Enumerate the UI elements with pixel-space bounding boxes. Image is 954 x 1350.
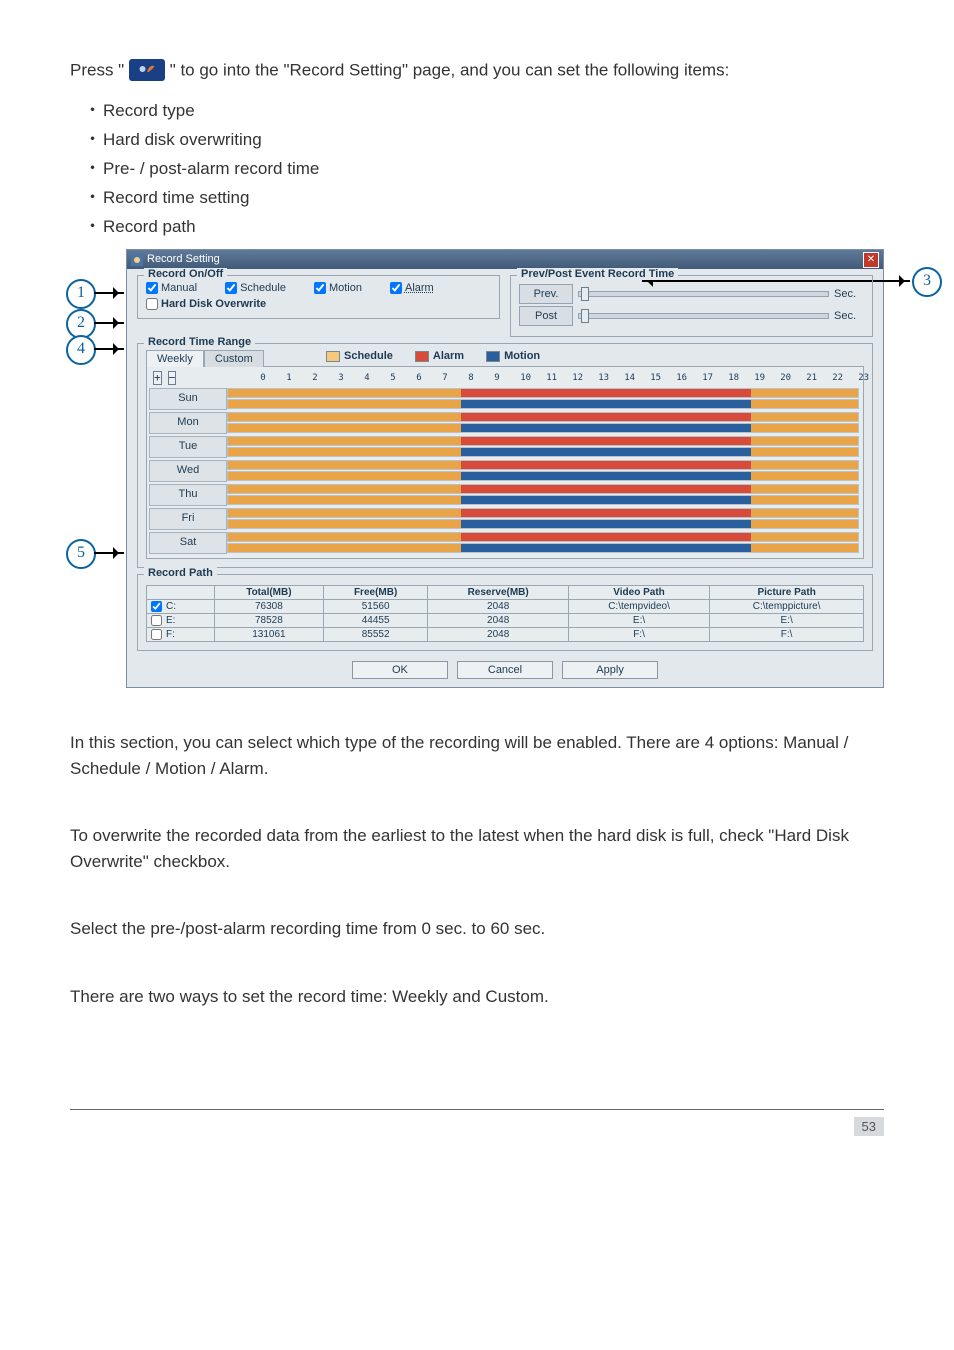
motion-checkbox[interactable]: Motion	[314, 282, 362, 294]
paragraph-4: There are two ways to set the record tim…	[70, 984, 884, 1010]
sec-label: Sec.	[834, 310, 864, 322]
tab-custom[interactable]: Custom	[204, 350, 264, 367]
day-row: Wed	[149, 460, 861, 482]
intro-line: Press " " to go into the "Record Setting…	[70, 60, 884, 82]
list-item: Record type	[84, 96, 884, 121]
arrow-icon	[94, 292, 124, 294]
page-footer: 53	[70, 1109, 884, 1131]
window-titlebar: Record Setting ✕	[127, 250, 883, 269]
paragraph-3: Select the pre-/post-alarm recording tim…	[70, 916, 884, 942]
group-legend: Prev/Post Event Record Time	[517, 268, 678, 280]
record-setting-icon	[129, 59, 165, 81]
list-item: Pre- / post-alarm record time	[84, 154, 884, 179]
callout-3: 3	[912, 267, 942, 297]
group-legend: Record Time Range	[144, 336, 255, 348]
day-bars[interactable]	[227, 532, 861, 554]
schedule-checkbox[interactable]: Schedule	[225, 282, 286, 294]
paragraph-1: In this section, you can select which ty…	[70, 730, 884, 781]
path-row-checkbox[interactable]	[151, 601, 162, 612]
group-legend: Record On/Off	[144, 268, 227, 280]
arrow-icon	[94, 552, 124, 554]
page-number: 53	[854, 1117, 884, 1136]
close-icon[interactable]: ✕	[863, 252, 879, 268]
prev-button[interactable]: Prev.	[519, 284, 573, 304]
dialog-button-row: OK Cancel Apply	[137, 661, 873, 679]
motion-swatch-icon	[486, 351, 500, 362]
day-label: Tue	[149, 436, 227, 458]
schedule-swatch-icon	[326, 351, 340, 362]
day-bars[interactable]	[227, 436, 861, 458]
day-bars[interactable]	[227, 460, 861, 482]
intro-item-list: Record type Hard disk overwriting Pre- /…	[70, 96, 884, 237]
day-label: Fri	[149, 508, 227, 530]
day-bars[interactable]	[227, 412, 861, 434]
day-bars[interactable]	[227, 388, 861, 410]
day-label: Wed	[149, 460, 227, 482]
post-button[interactable]: Post	[519, 306, 573, 326]
apply-button[interactable]: Apply	[562, 661, 658, 679]
arrow-icon	[94, 348, 124, 350]
alarm-swatch-icon	[415, 351, 429, 362]
day-row: Mon	[149, 412, 861, 434]
callout-1: 1	[66, 279, 96, 309]
manual-checkbox[interactable]: Manual	[146, 282, 197, 294]
weekly-timeline: + − 012345678910111213141516171819202122…	[146, 366, 864, 559]
cancel-button[interactable]: Cancel	[457, 661, 553, 679]
group-legend: Record Path	[144, 567, 217, 579]
add-remove-row: + − 012345678910111213141516171819202122…	[149, 370, 861, 386]
callout-4: 4	[66, 335, 96, 365]
record-path-group: Record Path Total(MB) Free(MB) Reserve(M…	[137, 574, 873, 651]
intro-post: " to go into the "Record Setting" page, …	[170, 60, 730, 79]
path-row-checkbox[interactable]	[151, 615, 162, 626]
window-title: Record Setting	[147, 250, 220, 269]
table-row: C: 76308515602048C:\tempvideo\C:\temppic…	[147, 600, 864, 614]
sec-label: Sec.	[834, 288, 864, 300]
table-row: E: 78528444552048E:\E:\	[147, 614, 864, 628]
arrow-icon	[94, 322, 124, 324]
day-row: Tue	[149, 436, 861, 458]
intro-pre: Press "	[70, 60, 124, 79]
day-label: Sat	[149, 532, 227, 554]
table-header-row: Total(MB) Free(MB) Reserve(MB) Video Pat…	[147, 586, 864, 600]
record-setting-window: Record Setting ✕ Record On/Off Manual Sc…	[126, 249, 884, 688]
pre-post-group: Prev/Post Event Record Time Prev. Sec. P…	[510, 275, 873, 337]
day-row: Fri	[149, 508, 861, 530]
day-bars[interactable]	[227, 508, 861, 530]
arrow-icon	[884, 280, 910, 282]
add-button[interactable]: +	[153, 371, 162, 385]
paragraph-2: To overwrite the recorded data from the …	[70, 823, 884, 874]
day-label: Mon	[149, 412, 227, 434]
hour-scale: 01234567891011121314151617181920212223	[260, 373, 884, 383]
list-item: Record path	[84, 212, 884, 237]
day-label: Sun	[149, 388, 227, 410]
list-item: Record time setting	[84, 183, 884, 208]
callout-5: 5	[66, 539, 96, 569]
day-row: Sat	[149, 532, 861, 554]
table-row: F: 131061855522048F:\F:\	[147, 628, 864, 642]
alarm-checkbox[interactable]: Alarm	[390, 282, 434, 294]
record-time-range-group: Record Time Range Weekly Custom Schedule…	[137, 343, 873, 568]
prev-slider[interactable]	[578, 291, 829, 297]
post-slider[interactable]	[578, 313, 829, 319]
record-setting-diagram: 1 2 4 5 3 Record Setting ✕ Record On/Off…	[94, 249, 884, 688]
remove-button[interactable]: −	[168, 371, 177, 385]
day-row: Thu	[149, 484, 861, 506]
day-row: Sun	[149, 388, 861, 410]
timeline-legend: Schedule Alarm Motion	[326, 350, 864, 362]
ok-button[interactable]: OK	[352, 661, 448, 679]
day-bars[interactable]	[227, 484, 861, 506]
tab-weekly[interactable]: Weekly	[146, 350, 204, 367]
hard-disk-overwrite-checkbox[interactable]: Hard Disk Overwrite	[146, 298, 266, 310]
path-row-checkbox[interactable]	[151, 629, 162, 640]
list-item: Hard disk overwriting	[84, 125, 884, 150]
app-icon	[131, 254, 143, 266]
record-path-table: Total(MB) Free(MB) Reserve(MB) Video Pat…	[146, 585, 864, 642]
day-label: Thu	[149, 484, 227, 506]
record-onoff-group: Record On/Off Manual Schedule Motion Ala…	[137, 275, 500, 319]
